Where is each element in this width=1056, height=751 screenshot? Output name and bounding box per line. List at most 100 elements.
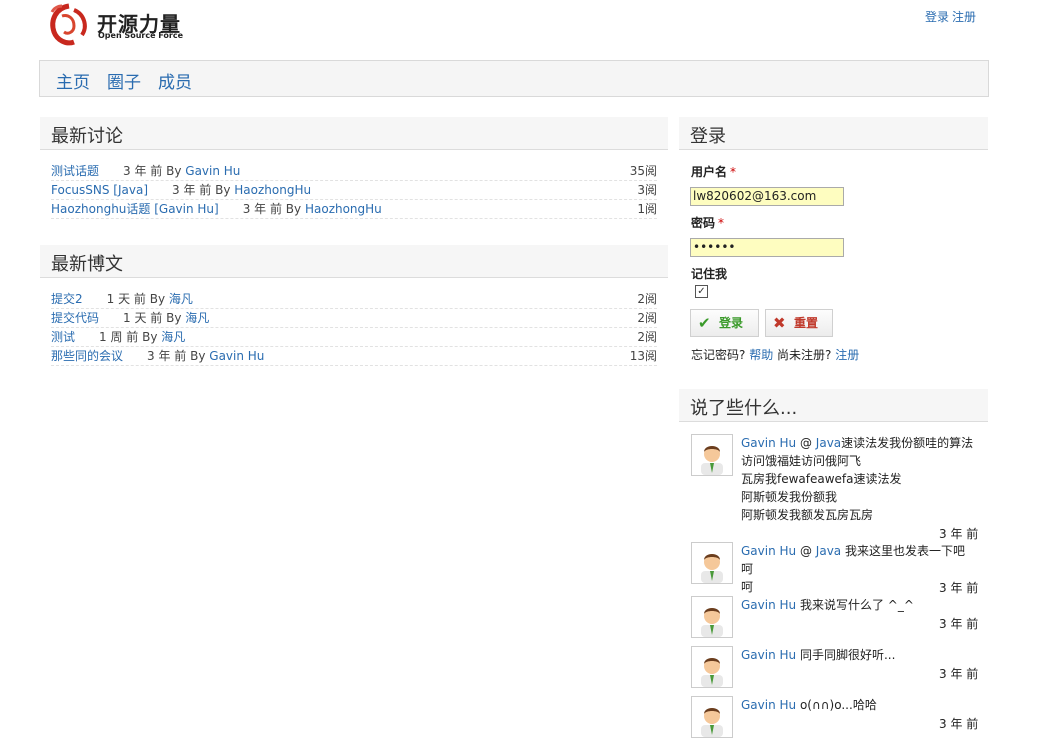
required-mark: * bbox=[730, 165, 737, 179]
nav-item-circles[interactable]: 圈子 bbox=[107, 68, 141, 93]
feed-ago: 3 年 前 bbox=[939, 617, 979, 631]
post-ago: 1 周 前 By bbox=[99, 330, 158, 344]
post-title[interactable]: 测试 bbox=[51, 330, 75, 344]
feed-ago: 3 年 前 bbox=[939, 717, 979, 731]
feed-target[interactable]: Java bbox=[816, 436, 841, 450]
nav-item-members[interactable]: 成员 bbox=[158, 68, 192, 93]
discussion-title[interactable]: Haozhonghu话题 [Gavin Hu] bbox=[51, 202, 219, 216]
feed-ago: 3 年 前 bbox=[939, 581, 979, 595]
logo-swirl-icon bbox=[50, 3, 87, 46]
cross-icon: ✖ bbox=[773, 314, 786, 332]
post-author[interactable]: Gavin Hu bbox=[209, 349, 264, 363]
feed-user[interactable]: Gavin Hu bbox=[741, 698, 796, 712]
avatar[interactable] bbox=[691, 696, 733, 738]
discussion-ago: 3 年 前 By bbox=[242, 202, 302, 216]
avatar[interactable] bbox=[691, 434, 733, 476]
feed-user[interactable]: Gavin Hu bbox=[741, 436, 796, 450]
register-link[interactable]: 注册 bbox=[835, 348, 859, 362]
login-help-line: 忘记密码? 帮助 尚未注册? 注册 bbox=[691, 346, 859, 363]
top-links: 登录 注册 bbox=[925, 8, 979, 25]
feed-target[interactable]: Java bbox=[816, 544, 841, 558]
login-submit-button[interactable]: ✔ 登录 bbox=[690, 309, 759, 337]
post-ago: 1 天 前 By bbox=[106, 292, 166, 306]
feed-line: 访问饿福娃访问俄阿飞 bbox=[741, 454, 862, 468]
username-input[interactable]: lw820602@163.com bbox=[690, 187, 844, 206]
forgot-text: 忘记密码? bbox=[691, 348, 746, 362]
feed-title: 说了些什么... bbox=[690, 398, 798, 419]
feed-line: 阿斯顿发我份额我 bbox=[741, 490, 838, 504]
discussion-row: 测试话题 3 年 前 By Gavin Hu 35阅 bbox=[51, 162, 657, 181]
discussion-author[interactable]: HaozhongHu bbox=[305, 202, 382, 216]
logo-text-en: Open Source Force bbox=[98, 31, 184, 40]
post-row: 提交代码 1 天 前 By 海凡 2阅 bbox=[51, 309, 657, 328]
top-register-link[interactable]: 注册 bbox=[952, 10, 976, 24]
feed-line: 呵 bbox=[741, 580, 754, 594]
post-title[interactable]: 那些同的会议 bbox=[51, 349, 123, 363]
discussion-title[interactable]: FocusSNS [Java] bbox=[51, 183, 148, 197]
reset-button[interactable]: ✖ 重置 bbox=[765, 309, 833, 337]
reset-label: 重置 bbox=[794, 316, 819, 330]
login-submit-label: 登录 bbox=[719, 316, 744, 330]
login-title: 登录 bbox=[690, 126, 726, 147]
discussion-author[interactable]: Gavin Hu bbox=[185, 164, 240, 178]
feed-line: 瓦房我fewafeawefa速读法发 bbox=[741, 472, 902, 486]
not-registered-text: 尚未注册? bbox=[777, 348, 832, 362]
feed-at: @ bbox=[799, 544, 812, 558]
post-reads: 13阅 bbox=[629, 349, 657, 363]
site-logo[interactable]: 开源力量 Open Source Force bbox=[40, 0, 184, 50]
feed-line: 速读法发我份额哇的算法 bbox=[841, 436, 974, 450]
username-label-text: 用户名 bbox=[691, 165, 728, 179]
discussion-ago: 3 年 前 By bbox=[123, 164, 182, 178]
discussion-reads: 1阅 bbox=[637, 202, 657, 216]
main-nav: 主页 圈子 成员 bbox=[39, 60, 989, 97]
feed-ago: 3 年 前 bbox=[939, 667, 979, 681]
post-title[interactable]: 提交2 bbox=[51, 292, 83, 306]
username-label: 用户名 * bbox=[691, 163, 736, 180]
password-label-text: 密码 bbox=[691, 216, 716, 230]
discussion-author[interactable]: HaozhongHu bbox=[234, 183, 311, 197]
top-login-link[interactable]: 登录 bbox=[925, 10, 949, 24]
post-ago: 3 年 前 By bbox=[147, 349, 206, 363]
post-author[interactable]: 海凡 bbox=[169, 292, 193, 306]
post-ago: 1 天 前 By bbox=[123, 311, 182, 325]
nav-item-home[interactable]: 主页 bbox=[56, 68, 90, 93]
posts-title: 最新博文 bbox=[51, 254, 123, 275]
avatar[interactable] bbox=[691, 596, 733, 638]
feed-user[interactable]: Gavin Hu bbox=[741, 598, 796, 612]
avatar-icon bbox=[701, 446, 723, 475]
post-author[interactable]: 海凡 bbox=[161, 330, 185, 344]
post-reads: 2阅 bbox=[637, 292, 657, 306]
discussion-reads: 35阅 bbox=[629, 164, 657, 178]
post-author[interactable]: 海凡 bbox=[185, 311, 209, 325]
feed-line: 阿斯顿发我额发瓦房瓦房 bbox=[741, 508, 874, 522]
posts-header: 最新博文 bbox=[40, 245, 668, 278]
feed-item-text: Gavin Hu 我来说写什么了 ^_^ bbox=[741, 596, 976, 614]
feed-ago: 3 年 前 bbox=[939, 527, 979, 541]
feed-item-text: Gavin Hu @ Java速读法发我份额哇的算法 访问饿福娃访问俄阿飞 瓦房… bbox=[741, 434, 976, 524]
discussion-row: FocusSNS [Java] 3 年 前 By HaozhongHu 3阅 bbox=[51, 181, 657, 200]
remember-checkbox[interactable]: ✓ bbox=[695, 285, 708, 298]
discussion-ago: 3 年 前 By bbox=[172, 183, 231, 197]
feed-user[interactable]: Gavin Hu bbox=[741, 544, 796, 558]
required-mark: * bbox=[718, 216, 725, 230]
avatar[interactable] bbox=[691, 542, 733, 584]
feed-item-text: Gavin Hu 同手同脚很好听... bbox=[741, 646, 976, 664]
avatar-icon bbox=[701, 608, 723, 637]
remember-label: 记住我 bbox=[691, 267, 728, 281]
login-header: 登录 bbox=[679, 117, 988, 150]
feed-user[interactable]: Gavin Hu bbox=[741, 648, 796, 662]
help-link[interactable]: 帮助 bbox=[749, 348, 773, 362]
discussion-row: Haozhonghu话题 [Gavin Hu] 3 年 前 By Haozhong… bbox=[51, 200, 657, 219]
password-input[interactable]: •••••• bbox=[690, 238, 844, 257]
feed-line: 我来说写什么了 ^_^ bbox=[799, 598, 914, 612]
avatar-icon bbox=[701, 708, 723, 737]
feed-line: 同手同脚很好听... bbox=[799, 648, 896, 662]
discussion-title[interactable]: 测试话题 bbox=[51, 164, 99, 178]
post-row: 测试 1 周 前 By 海凡 2阅 bbox=[51, 328, 657, 347]
avatar-icon bbox=[701, 554, 723, 583]
post-reads: 2阅 bbox=[637, 311, 657, 325]
post-row: 那些同的会议 3 年 前 By Gavin Hu 13阅 bbox=[51, 347, 657, 366]
post-title[interactable]: 提交代码 bbox=[51, 311, 99, 325]
avatar[interactable] bbox=[691, 646, 733, 688]
feed-item-text: Gavin Hu o(∩∩)o...哈哈 bbox=[741, 696, 976, 714]
